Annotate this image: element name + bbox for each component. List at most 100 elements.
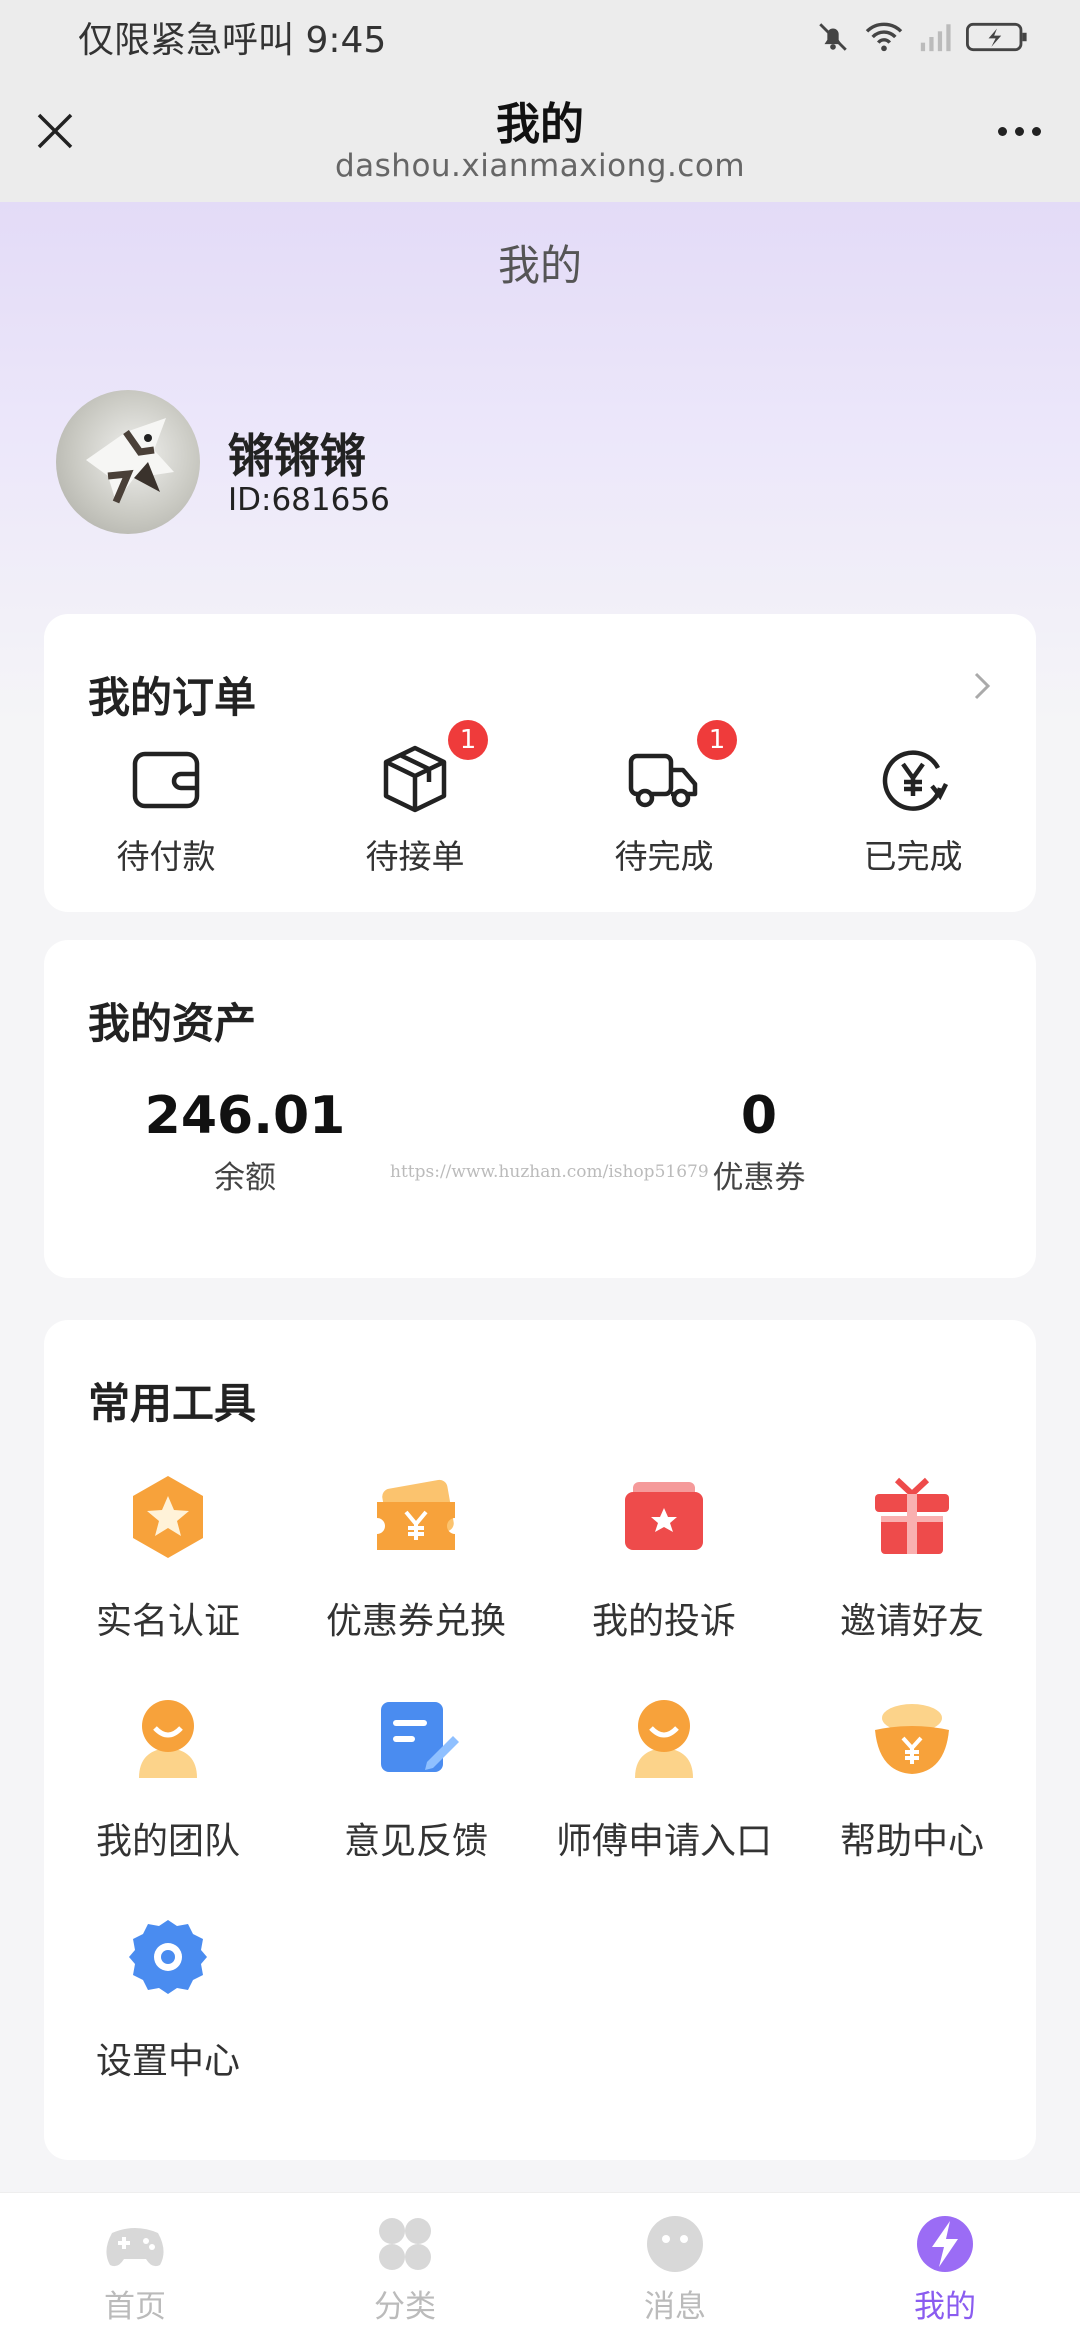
notification-badge: 1 <box>697 720 737 760</box>
tool-label: 设置中心 <box>95 2041 240 2082</box>
status-bar: 仅限紧急呼叫 9:45 <box>0 0 1080 74</box>
tab-messages[interactable]: 消息 <box>540 2211 810 2326</box>
package-icon <box>383 745 447 813</box>
order-label: 已完成 <box>863 837 963 876</box>
assets-card: 我的资产 246.01 余额 https://www.huzhan.com/is… <box>44 940 1036 1278</box>
more-dot <box>1014 126 1024 136</box>
tab-mine[interactable]: 我的 <box>810 2211 1080 2326</box>
webview-url: dashou.xianmaxiong.com <box>334 148 746 184</box>
tab-home[interactable]: 首页 <box>0 2211 270 2326</box>
balance-label: 余额 <box>214 1160 276 1196</box>
complaint-card-icon <box>625 1482 703 1550</box>
order-icon-wrap <box>129 742 203 816</box>
tool-coupon-exchange[interactable]: 优惠券兑换 <box>292 1472 540 1644</box>
tool-label: 实名认证 <box>95 1601 240 1642</box>
mute-bell-icon <box>819 23 847 51</box>
gear-icon <box>129 1920 207 1994</box>
coupon-label: 优惠券 <box>712 1160 806 1196</box>
tool-label: 意见反馈 <box>343 1821 488 1862</box>
tool-label: 我的团队 <box>95 1821 240 1862</box>
tool-icon-wrap <box>123 1472 213 1562</box>
tool-icon-wrap <box>867 1692 957 1782</box>
tool-icon-wrap <box>619 1472 709 1562</box>
status-text: 仅限紧急呼叫 9:45 <box>78 20 387 61</box>
more-dot <box>997 126 1007 136</box>
status-icons <box>816 20 1028 54</box>
tool-label: 帮助中心 <box>839 1821 984 1862</box>
username: 锵锵锵 <box>228 429 366 483</box>
team-smile-icon <box>139 1700 197 1778</box>
message-face-icon <box>647 2216 703 2272</box>
page-title: 我的 <box>497 241 582 290</box>
balance-value[interactable]: 246.01 <box>140 1086 350 1146</box>
star-badge-icon <box>133 1476 203 1558</box>
tab-label: 消息 <box>644 2289 706 2325</box>
order-item-completed[interactable]: 已完成 <box>838 742 988 878</box>
order-icon-wrap: 1 <box>627 720 737 816</box>
tools-card: 常用工具 实名认证 优惠券兑换 我的投诉 邀请好友 我的团队 意见反馈 师傅申请… <box>44 1320 1036 2160</box>
notification-badge: 1 <box>448 720 488 760</box>
gamepad-icon <box>106 2228 164 2267</box>
tool-settings-center[interactable]: 设置中心 <box>44 1912 292 2084</box>
order-item-pending-payment[interactable]: 待付款 <box>91 742 241 878</box>
order-icon-wrap <box>876 742 950 816</box>
wifi-icon <box>865 22 903 52</box>
tool-icon-wrap <box>123 1692 213 1782</box>
tool-icon-wrap <box>867 1472 957 1562</box>
master-smile-icon <box>635 1700 693 1778</box>
tool-label: 优惠券兑换 <box>325 1601 506 1642</box>
tab-category[interactable]: 分类 <box>270 2211 540 2326</box>
tab-label: 我的 <box>914 2289 976 2325</box>
user-id: ID:681656 <box>228 482 390 518</box>
tool-my-team[interactable]: 我的团队 <box>44 1692 292 1864</box>
wallet-icon <box>132 751 200 809</box>
tool-feedback[interactable]: 意见反馈 <box>292 1692 540 1864</box>
delivery-truck-icon <box>628 753 698 808</box>
chevron-right-icon <box>974 672 991 700</box>
tools-title: 常用工具 <box>88 1379 257 1428</box>
tool-icon-wrap <box>371 1472 461 1562</box>
tool-icon-wrap <box>619 1692 709 1782</box>
order-item-in-progress[interactable]: 1 待完成 <box>589 720 739 878</box>
tab-icon-wrap <box>102 2211 168 2277</box>
order-icon-wrap: 1 <box>378 720 488 816</box>
order-item-pending-accept[interactable]: 1 待接单 <box>340 720 490 878</box>
tool-label: 我的投诉 <box>591 1601 736 1642</box>
tool-my-complaints[interactable]: 我的投诉 <box>540 1472 788 1644</box>
yen-refresh-icon <box>882 750 949 811</box>
order-label: 待付款 <box>116 837 216 876</box>
tool-label: 师傅申请入口 <box>555 1821 772 1862</box>
order-label: 待接单 <box>365 837 465 876</box>
tool-icon-wrap <box>371 1692 461 1782</box>
tab-label: 首页 <box>104 2289 166 2325</box>
gold-ingot-icon <box>875 1704 949 1774</box>
orders-title: 我的订单 <box>88 673 257 722</box>
tab-icon-wrap <box>912 2211 978 2277</box>
webview-header: 我的 dashou.xianmaxiong.com <box>0 74 1080 202</box>
watermark-text: https://www.huzhan.com/ishop51679 <box>390 1162 709 1182</box>
avatar[interactable] <box>56 390 200 534</box>
webview-title: 我的 <box>496 99 584 150</box>
feedback-edit-icon <box>381 1702 459 1772</box>
tool-icon-wrap <box>123 1912 213 2002</box>
tab-icon-wrap <box>642 2211 708 2277</box>
tool-label: 邀请好友 <box>839 1601 984 1642</box>
tool-help-center[interactable]: 帮助中心 <box>788 1692 1036 1864</box>
coupon-value[interactable]: 0 <box>684 1086 834 1146</box>
tab-icon-wrap <box>372 2211 438 2277</box>
orders-view-all-button[interactable] <box>964 668 1000 704</box>
lightning-icon <box>917 2216 973 2272</box>
battery-icon <box>966 22 1027 52</box>
tool-master-application[interactable]: 师傅申请入口 <box>540 1692 788 1864</box>
order-label: 待完成 <box>614 837 714 876</box>
orders-card: 我的订单 待付款 1 待接单 1 待完成 已完成 <box>44 614 1036 912</box>
grid-icon <box>379 2218 431 2270</box>
gift-box-icon <box>875 1477 949 1554</box>
coupon-ticket-icon <box>377 1479 455 1550</box>
assets-title: 我的资产 <box>88 999 257 1048</box>
more-dot <box>1031 126 1041 136</box>
avatar-image <box>86 418 174 504</box>
tool-invite-friends[interactable]: 邀请好友 <box>788 1472 1036 1644</box>
more-options-button[interactable] <box>986 108 1052 154</box>
tool-real-name-verification[interactable]: 实名认证 <box>44 1472 292 1644</box>
